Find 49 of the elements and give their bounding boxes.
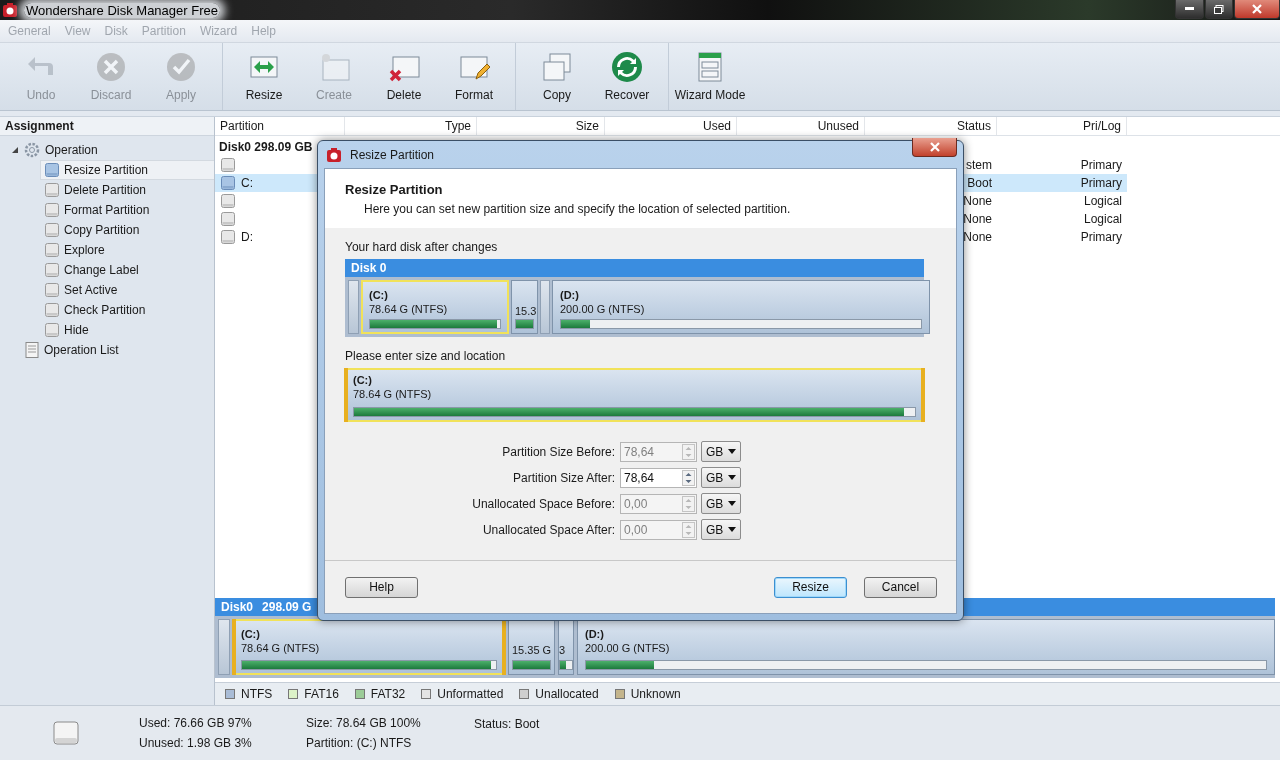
field-label: Unallocated Space After: (481, 522, 616, 537)
legend-label: NTFS (241, 687, 273, 701)
partition-label: (D:) (585, 628, 605, 640)
table-cell-text: C: (241, 176, 254, 190)
status-text: Unused: 1.98 GB 3% (139, 736, 253, 750)
partition-size: 78.64 G (NTFS) (353, 388, 433, 400)
status-text: Status: Boot (474, 717, 541, 731)
disk-label: Disk0 298.09 GB (218, 140, 314, 154)
status-text: Size: 78.64 GB 100% (306, 716, 422, 730)
partition-label: (D:) (560, 289, 580, 301)
dialog-heading: Resize Partition (345, 182, 444, 197)
table-cell-text: Primary (1080, 158, 1123, 172)
disk-header: Disk 0 (345, 259, 924, 277)
table-cell-text: stem (966, 158, 993, 172)
partition-size: 200.00 G (NTFS) (585, 642, 671, 654)
status-text: Partition: (C:) NTFS (306, 736, 413, 750)
table-cell-text: None (963, 212, 993, 226)
table-cell-text: Primary (1080, 176, 1123, 190)
field-label: Partition Size Before: (501, 444, 616, 459)
window-title: Wondershare Disk Manager Free (24, 2, 220, 18)
partition-size: 78.64 G (NTFS) (369, 303, 449, 315)
legend-label: FAT16 (304, 687, 339, 701)
panel-title: Assignment (0, 117, 214, 136)
field-label: Unallocated Space Before: (471, 496, 616, 511)
table-cell-text: Primary (1080, 230, 1123, 244)
partition-size: 78.64 G (NTFS) (241, 642, 321, 654)
status-text: Used: 76.66 GB 97% (139, 716, 253, 730)
table-cell-text: None (963, 230, 993, 244)
partition-label: (C:) (353, 374, 373, 386)
legend-label: FAT32 (370, 687, 406, 701)
table-cell-text: D: (241, 230, 254, 244)
table-cell-text: Logical (1083, 194, 1123, 208)
field-label: Partition Size After: (511, 470, 616, 485)
table-cell-text: Logical (1083, 212, 1123, 226)
partition-size: 3 (559, 644, 567, 656)
section-label: Please enter size and location (345, 349, 507, 363)
legend-label: Unknown (630, 687, 681, 701)
partition-label: (C:) (241, 628, 261, 640)
legend-label: Unallocated (535, 687, 599, 701)
dialog-title: Resize Partition (350, 147, 435, 162)
partition-label: (C:) (369, 289, 389, 301)
table-cell-text: Boot (967, 176, 993, 190)
partition-size: 15.3 (515, 305, 534, 317)
table-cell-text: None (963, 194, 993, 208)
legend-label: Unformatted (437, 687, 504, 701)
dialog-description: Here you can set new partition size and specify the location of selected partition. (363, 202, 792, 216)
partition-size: 15.35 G (512, 644, 551, 656)
section-label: Your hard disk after changes (345, 240, 499, 254)
partition-size: 200.00 G (NTFS) (560, 303, 646, 315)
